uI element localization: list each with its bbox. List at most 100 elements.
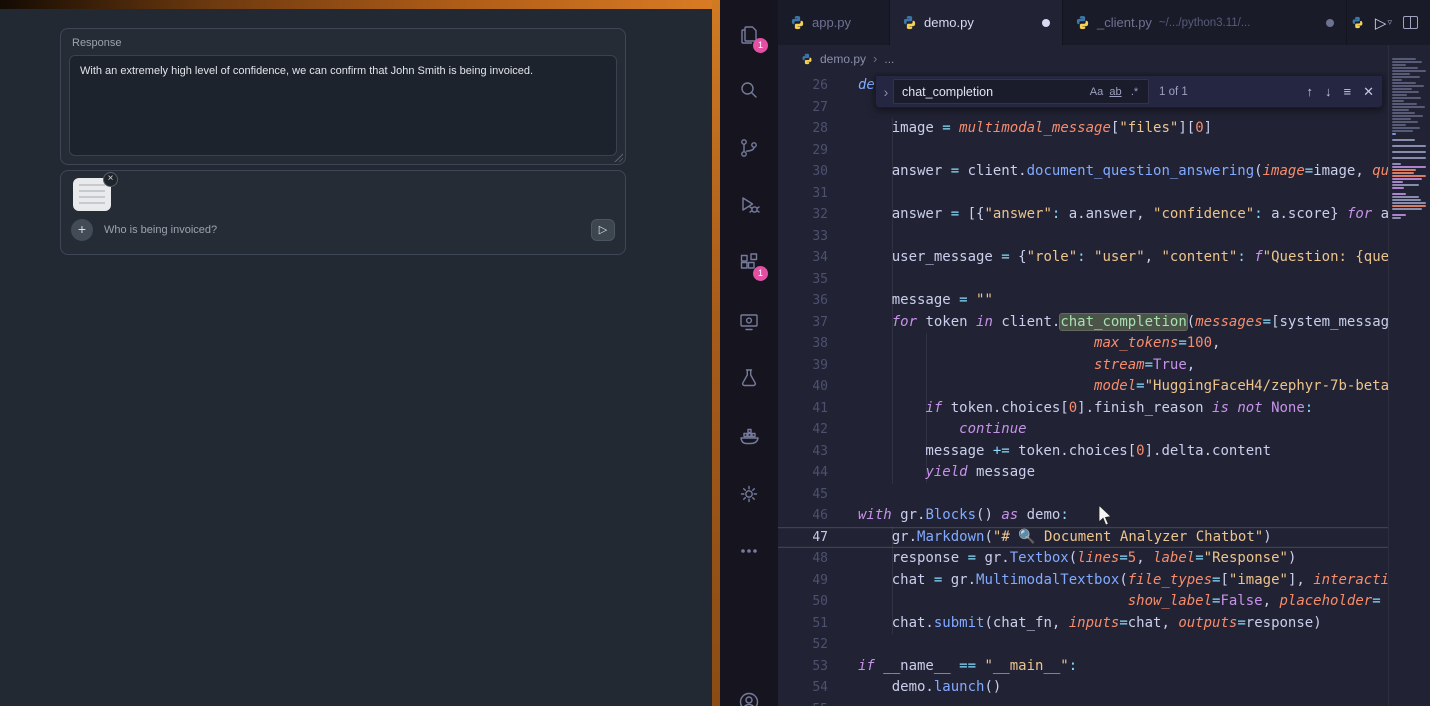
line-number: 46 xyxy=(778,505,828,527)
testing-button[interactable] xyxy=(720,354,778,402)
gear-icon xyxy=(737,482,761,506)
add-file-button[interactable]: + xyxy=(71,219,93,241)
code-line[interactable]: 51 chat.submit(chat_fn, inputs=chat, out… xyxy=(778,613,1388,635)
code-line[interactable]: 42 continue xyxy=(778,419,1388,441)
match-case-toggle[interactable]: Aa xyxy=(1087,86,1106,98)
minimap-line xyxy=(1392,184,1419,186)
settings-sync-button[interactable] xyxy=(720,470,778,518)
source-control-icon xyxy=(737,136,761,160)
minimap-line xyxy=(1392,127,1420,129)
minimap-line xyxy=(1392,76,1420,78)
code-line[interactable]: 35 xyxy=(778,269,1388,291)
code-text: yield message xyxy=(828,462,1035,484)
minimap-line xyxy=(1392,106,1425,108)
code-text: answer = [{"answer": a.answer, "confiden… xyxy=(828,204,1388,226)
find-in-selection-button[interactable]: ≡ xyxy=(1344,84,1352,99)
minimap-line xyxy=(1392,94,1407,96)
code-line[interactable]: 41 if token.choices[0].finish_reason is … xyxy=(778,398,1388,420)
line-number: 41 xyxy=(778,398,828,420)
code-line[interactable]: 37 for token in client.chat_completion(m… xyxy=(778,312,1388,334)
explorer-button[interactable]: 1 xyxy=(720,11,778,59)
minimap-line xyxy=(1392,79,1402,81)
minimap-line xyxy=(1392,88,1412,90)
code-line[interactable]: 45 xyxy=(778,484,1388,506)
line-number: 29 xyxy=(778,140,828,162)
close-find-button[interactable]: ✕ xyxy=(1363,84,1374,100)
code-line[interactable]: 28 image = multimodal_message["files"][0… xyxy=(778,118,1388,140)
code-text: chat = gr.MultimodalTextbox(file_types=[… xyxy=(828,570,1388,592)
explorer-badge: 1 xyxy=(753,38,768,53)
chat-placeholder[interactable]: Who is being invoiced? xyxy=(104,224,217,236)
minimap-line xyxy=(1392,73,1410,75)
code-line[interactable]: 49 chat = gr.MultimodalTextbox(file_type… xyxy=(778,570,1388,592)
code-text xyxy=(828,269,858,291)
docker-button[interactable] xyxy=(720,413,778,461)
line-number: 28 xyxy=(778,118,828,140)
source-control-button[interactable] xyxy=(720,124,778,172)
minimap-line xyxy=(1392,124,1406,126)
minimap-line xyxy=(1392,100,1404,102)
more-views-button[interactable] xyxy=(720,527,778,575)
find-results-count: 1 of 1 xyxy=(1159,86,1211,98)
code-text xyxy=(828,97,858,119)
code-line[interactable]: 29 xyxy=(778,140,1388,162)
code-line[interactable]: 39 stream=True, xyxy=(778,355,1388,377)
search-button[interactable] xyxy=(720,66,778,114)
code-line[interactable]: 55 xyxy=(778,699,1388,706)
run-debug-button[interactable] xyxy=(720,181,778,229)
tab-demo-py[interactable]: demo.py xyxy=(890,0,1063,45)
code-text: model="HuggingFaceH4/zephyr-7b-beta", xyxy=(828,376,1388,398)
code-text: response = gr.Textbox(lines=5, label="Re… xyxy=(828,548,1296,570)
response-label: Response xyxy=(72,37,122,49)
breadcrumb[interactable]: demo.py › ... xyxy=(778,45,1388,72)
beaker-icon xyxy=(737,366,761,390)
code-line[interactable]: 47 gr.Markdown("# 🔍 Document Analyzer Ch… xyxy=(778,527,1388,549)
minimap-line xyxy=(1392,109,1409,111)
find-input[interactable]: chat_completion Aa ab .* xyxy=(893,79,1149,104)
account-button[interactable] xyxy=(720,678,778,706)
code-text: gr.Markdown("# 🔍 Document Analyzer Chatb… xyxy=(828,527,1272,549)
send-button[interactable]: ▷ xyxy=(591,219,615,241)
code-line[interactable]: 32 answer = [{"answer": a.answer, "confi… xyxy=(778,204,1388,226)
response-textarea[interactable]: With an extremely high level of confiden… xyxy=(69,55,617,156)
code-line[interactable]: 30 answer = client.document_question_ans… xyxy=(778,161,1388,183)
modified-dot xyxy=(1042,19,1050,27)
expand-replace-chevron[interactable]: › xyxy=(879,84,893,100)
tab-app-py[interactable]: app.py xyxy=(778,0,890,45)
code-line[interactable]: 50 show_label=False, placeholder= xyxy=(778,591,1388,613)
regex-toggle[interactable]: .* xyxy=(1125,86,1144,98)
whole-word-toggle[interactable]: ab xyxy=(1106,86,1125,98)
code-line[interactable]: 31 xyxy=(778,183,1388,205)
code-line[interactable]: 43 message += token.choices[0].delta.con… xyxy=(778,441,1388,463)
code-line[interactable]: 36 message = "" xyxy=(778,290,1388,312)
code-text xyxy=(828,634,858,656)
code-line[interactable]: 48 response = gr.Textbox(lines=5, label=… xyxy=(778,548,1388,570)
remote-explorer-button[interactable] xyxy=(720,298,778,346)
code-line[interactable]: 54 demo.launch() xyxy=(778,677,1388,699)
code-line[interactable]: 33 xyxy=(778,226,1388,248)
remove-image-button[interactable]: × xyxy=(103,172,118,187)
minimap-line xyxy=(1392,202,1426,204)
minimap[interactable] xyxy=(1388,45,1430,706)
code-line[interactable]: 52 xyxy=(778,634,1388,656)
run-python-file-button[interactable]: ▷ ▿ xyxy=(1375,14,1392,32)
tab-client-py[interactable]: _client.py ~/.../python3.11/... xyxy=(1063,0,1347,45)
code-line[interactable]: 44 yield message xyxy=(778,462,1388,484)
split-editor-button[interactable] xyxy=(1403,16,1418,29)
code-line[interactable]: 53if __name__ == "__main__": xyxy=(778,656,1388,678)
line-number: 36 xyxy=(778,290,828,312)
python-icon xyxy=(1075,15,1090,30)
line-number: 39 xyxy=(778,355,828,377)
next-match-button[interactable]: ↓ xyxy=(1325,84,1332,99)
find-widget: › chat_completion Aa ab .* 1 of 1 ↑ ↓ ≡ … xyxy=(875,75,1383,108)
code-line[interactable]: 34 user_message = {"role": "user", "cont… xyxy=(778,247,1388,269)
run-icon: ▷ xyxy=(1375,14,1387,32)
breadcrumb-file: demo.py xyxy=(820,52,866,66)
minimap-line xyxy=(1392,169,1416,171)
code-line[interactable]: 38 max_tokens=100, xyxy=(778,333,1388,355)
code-line[interactable]: 40 model="HuggingFaceH4/zephyr-7b-beta", xyxy=(778,376,1388,398)
extensions-button[interactable]: 1 xyxy=(720,239,778,287)
previous-match-button[interactable]: ↑ xyxy=(1307,84,1314,99)
python-icon xyxy=(902,15,917,30)
code-line[interactable]: 46with gr.Blocks() as demo: xyxy=(778,505,1388,527)
